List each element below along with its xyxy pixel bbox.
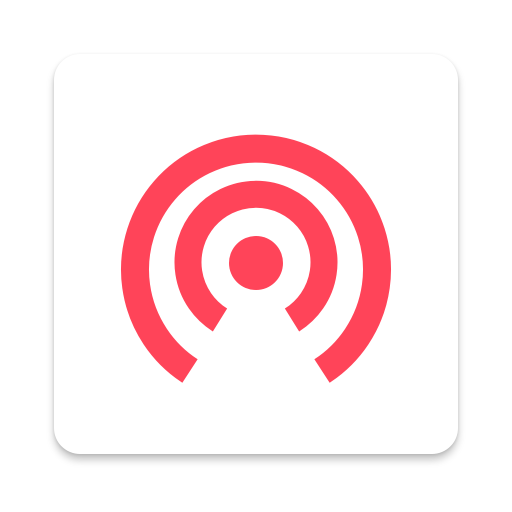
app-icon-canvas <box>0 0 512 512</box>
broadcast-signal-icon <box>121 134 391 383</box>
center-dot <box>229 236 283 290</box>
